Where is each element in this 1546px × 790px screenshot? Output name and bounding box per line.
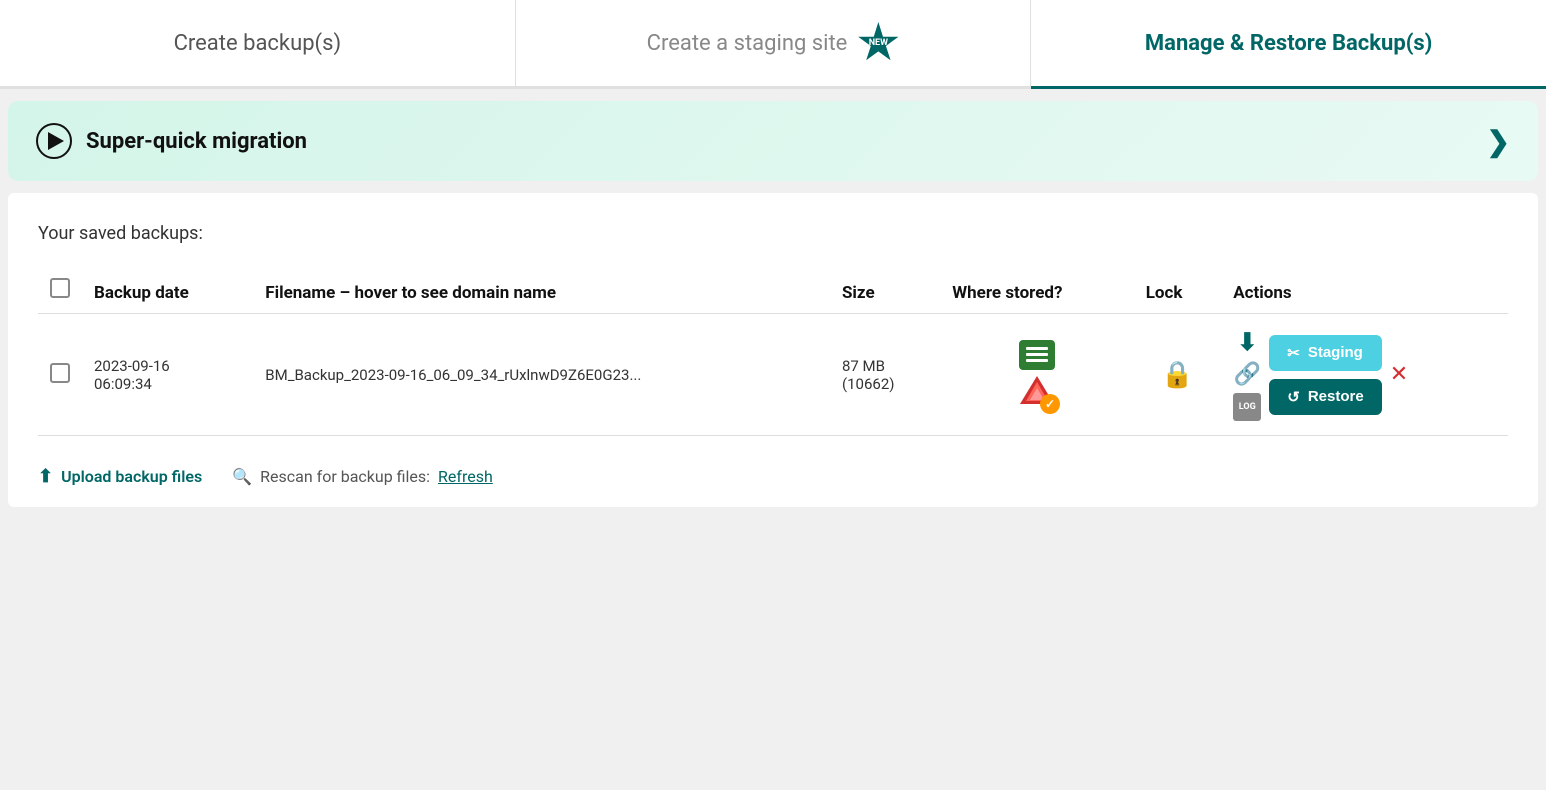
th-checkbox [38,268,82,314]
table-header-row: Backup date Filename – hover to see doma… [38,268,1508,314]
action-buttons: ✂ Staging ↺ Restore [1269,335,1381,415]
th-actions: Actions [1221,268,1508,314]
upload-label: Upload backup files [61,467,202,486]
migration-banner-left: Super-quick migration [36,123,307,159]
backup-date: 2023-09-1606:09:34 [94,357,241,393]
search-icon: 🔍 [232,467,252,486]
filename-cell: BM_Backup_2023-09-16_06_09_34_rUxlnwD9Z6… [253,314,830,436]
staging-button[interactable]: ✂ Staging [1269,335,1381,371]
link-icon[interactable]: 🔗 [1234,362,1261,387]
play-icon [36,123,72,159]
rescan-label: Rescan for backup files: [260,467,430,486]
migration-title: Super-quick migration [86,129,307,154]
tab-create-staging-label: Create a staging site [647,31,848,56]
restore-label: Restore [1308,388,1364,405]
download-icon[interactable]: ⬇ [1237,328,1257,356]
rescan-text: 🔍 Rescan for backup files: Refresh [232,467,493,486]
select-all-checkbox[interactable] [50,278,70,298]
chevron-down-icon: ❯ [1487,125,1510,158]
log-icon[interactable]: LOG [1233,393,1261,421]
delete-icon[interactable]: ✕ [1390,362,1408,387]
log-text: LOG [1239,402,1256,412]
main-content: Your saved backups: Backup date Filename… [8,193,1538,507]
refresh-link[interactable]: Refresh [438,467,493,486]
backup-size: 87 MB(10662) [842,357,895,393]
th-where-stored: Where stored? [940,268,1133,314]
new-badge: NEW [857,22,899,64]
actions-container: ⬇ 🔗 LOG ✂ Staging ↺ [1233,328,1496,421]
th-lock: Lock [1134,268,1222,314]
restore-button[interactable]: ↺ Restore [1269,379,1381,415]
tab-manage-restore[interactable]: Manage & Restore Backup(s) [1031,0,1546,89]
backup-table: Backup date Filename – hover to see doma… [38,268,1508,436]
refresh-icon: ↺ [1287,388,1300,406]
drive-icon-wrapper: ✓ [1018,374,1056,410]
tab-bar: Create backup(s) Create a staging site N… [0,0,1546,89]
size-cell: 87 MB(10662) [830,314,940,436]
db-line-1 [1026,347,1048,350]
where-stored-icons: ✓ [952,340,1121,410]
verified-checkmark: ✓ [1040,394,1060,414]
th-backup-date: Backup date [82,268,253,314]
staging-label: Staging [1308,344,1363,361]
saved-backups-label: Your saved backups: [38,223,1508,244]
th-size: Size [830,268,940,314]
lock-icon: 🔒 [1146,360,1210,390]
tab-create-staging[interactable]: Create a staging site NEW [516,0,1032,89]
footer-actions: ⬆ Upload backup files 🔍 Rescan for backu… [38,456,1508,487]
tab-create-backups[interactable]: Create backup(s) [0,0,516,89]
row-checkbox-cell [38,314,82,436]
upload-backup-button[interactable]: ⬆ Upload backup files [38,466,202,487]
tab-create-backups-label: Create backup(s) [174,31,342,56]
row-checkbox[interactable] [50,363,70,383]
upload-arrow-icon: ⬆ [38,466,53,487]
migration-banner[interactable]: Super-quick migration ❯ [8,101,1538,181]
actions-cell: ⬇ 🔗 LOG ✂ Staging ↺ [1221,314,1508,436]
play-triangle [48,132,64,150]
server-db-icon [1019,340,1055,370]
db-line-3 [1026,359,1048,362]
backup-filename: BM_Backup_2023-09-16_06_09_34_rUxlnwD9Z6… [265,366,641,384]
th-filename: Filename – hover to see domain name [253,268,830,314]
where-stored-cell: ✓ [940,314,1133,436]
action-icon-group: ⬇ 🔗 LOG [1233,328,1261,421]
db-line-2 [1026,353,1048,356]
tab-manage-restore-label: Manage & Restore Backup(s) [1145,31,1433,56]
scissors-icon: ✂ [1287,344,1300,362]
lock-cell: 🔒 [1134,314,1222,436]
table-row: 2023-09-1606:09:34 BM_Backup_2023-09-16_… [38,314,1508,436]
backup-date-cell: 2023-09-1606:09:34 [82,314,253,436]
